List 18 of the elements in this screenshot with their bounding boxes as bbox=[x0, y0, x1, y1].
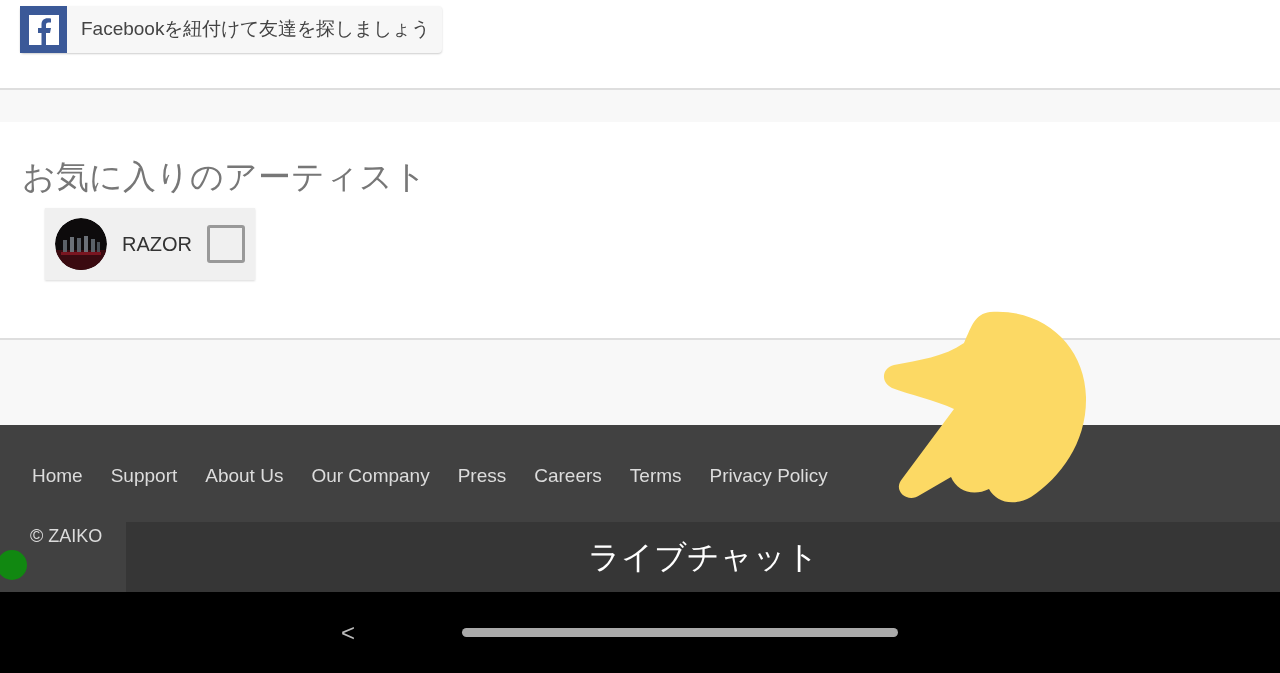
footer-link[interactable]: Home bbox=[32, 462, 83, 491]
artist-chip[interactable]: RAZOR bbox=[45, 208, 255, 280]
artist-name: RAZOR bbox=[122, 232, 192, 257]
back-button[interactable]: < bbox=[338, 620, 358, 645]
footer-link[interactable]: Our Company bbox=[311, 462, 430, 491]
section-heading: お気に入りのアーティスト bbox=[22, 157, 428, 197]
footer-link[interactable]: Press bbox=[457, 462, 507, 491]
footer-link[interactable]: Careers bbox=[534, 462, 602, 491]
copyright: © ZAIKO bbox=[30, 524, 104, 548]
footer-link[interactable]: Support bbox=[110, 462, 178, 491]
home-handle[interactable] bbox=[462, 628, 898, 637]
footer-link[interactable]: About Us bbox=[205, 462, 284, 491]
live-chat-bar[interactable]: ライブチャット bbox=[126, 522, 1280, 592]
facebook-button[interactable]: Facebookを紐付けて友達を探しましょう bbox=[20, 6, 443, 53]
checkbox[interactable] bbox=[207, 225, 245, 263]
facebook-icon bbox=[20, 6, 67, 53]
footer-link[interactable]: Privacy Policy bbox=[709, 462, 828, 491]
footer-link[interactable]: Terms bbox=[629, 462, 682, 491]
